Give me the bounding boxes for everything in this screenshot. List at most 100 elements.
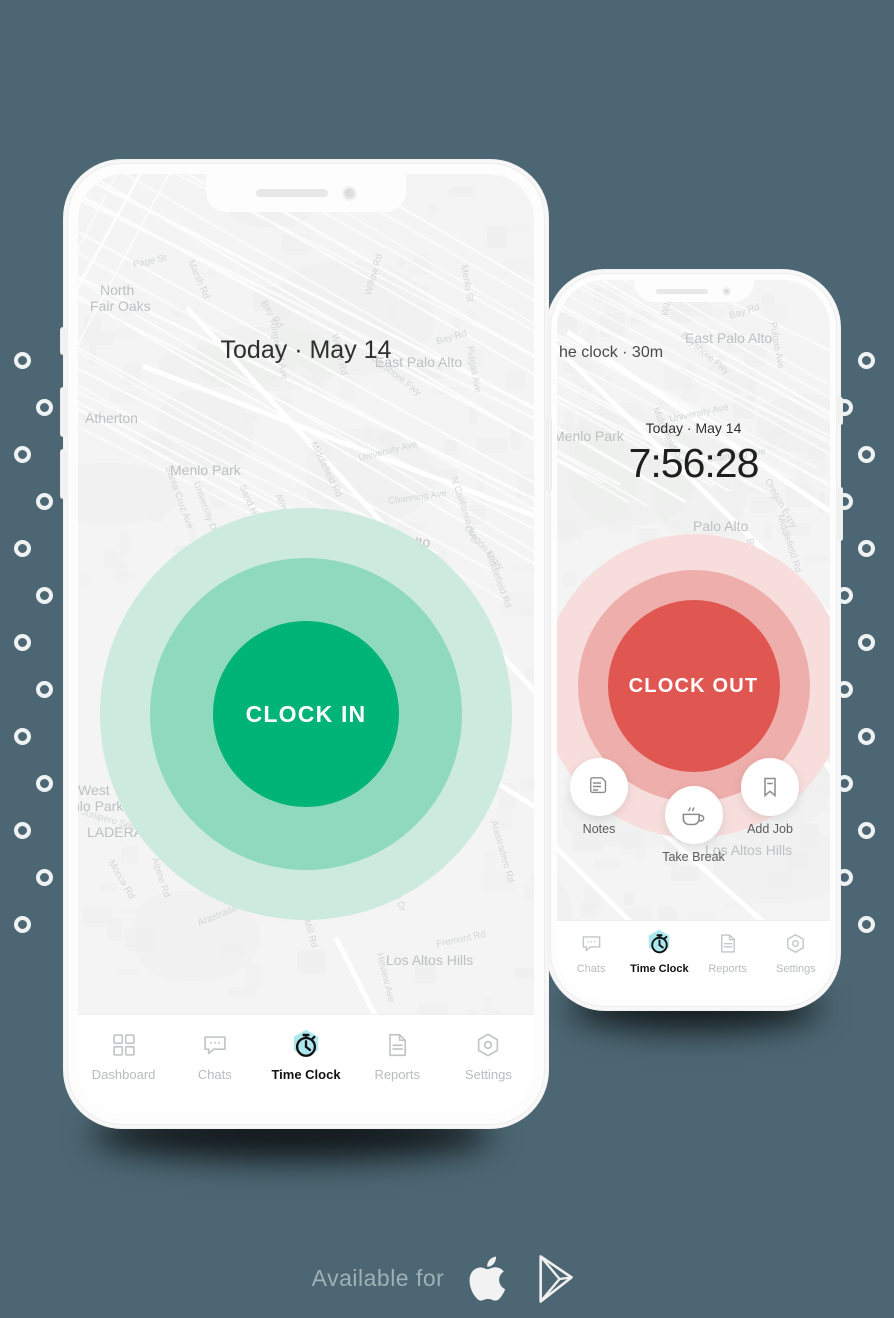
earpiece-speaker: [255, 189, 328, 197]
map-block: [245, 964, 263, 988]
gear-hex-icon: [787, 934, 805, 953]
clock-in-button[interactable]: CLOCK IN: [213, 621, 399, 807]
stopwatch-icon-wrap: [648, 929, 671, 957]
tab-chats[interactable]: Chats: [169, 1029, 260, 1114]
front-phone-notch: [206, 174, 406, 212]
take-break-icon-circle[interactable]: [664, 786, 723, 844]
front-tab-bar: Dashboard Chats Time Clock Reports Settin…: [78, 1014, 534, 1114]
front-phone: North Fair Oaks Atherton East Palo Alto Menl…: [61, 160, 551, 1128]
note-icon: [590, 777, 607, 794]
tab-reports-label: Reports: [374, 1067, 420, 1082]
document-icon: [721, 934, 736, 953]
map-block: [208, 272, 216, 278]
tab-chats-label: Chats: [197, 1067, 232, 1082]
gear-hex-icon: [478, 1033, 499, 1057]
chat-icon-wrap: [580, 930, 603, 957]
tab-chats[interactable]: Chats: [557, 930, 625, 1000]
map-block: [623, 893, 634, 906]
tab-settings[interactable]: Settings: [762, 930, 830, 1000]
map-block: [115, 968, 140, 976]
tab-settings[interactable]: Settings: [443, 1029, 534, 1114]
back-phone: East Palo Alto Menlo Park Palo Alto Los Alt…: [547, 270, 842, 1010]
map-block: [579, 494, 609, 515]
map-block: [385, 303, 394, 321]
gear-hex-icon-wrap: [784, 930, 807, 957]
front-phone-volume-down[interactable]: [61, 450, 65, 498]
map-block: [477, 438, 508, 453]
tab-settings-label: Settings: [464, 1067, 512, 1082]
chat-icon: [582, 936, 600, 952]
map-block: [362, 427, 371, 443]
stopwatch-icon: [651, 934, 668, 954]
back-phone-side-button-2[interactable]: [839, 488, 842, 540]
map-block: [505, 369, 526, 390]
apple-icon[interactable]: [466, 1251, 512, 1306]
action-take-break-label: Take Break: [662, 850, 725, 864]
map-block: [761, 303, 786, 324]
clock-in-pulse-group: CLOCK IN: [78, 504, 534, 924]
map-block: [226, 987, 257, 996]
add-job-icon-circle[interactable]: [741, 758, 799, 816]
tab-time-clock-label: Time Clock: [271, 1067, 341, 1082]
available-for-label: Available for: [311, 1265, 445, 1291]
stopwatch-icon: [295, 1033, 317, 1057]
tab-reports-label: Reports: [708, 963, 747, 975]
map-block: [486, 226, 507, 248]
back-action-row: Notes Take Break Add Job: [557, 758, 830, 868]
tab-dashboard[interactable]: Dashboard: [78, 1029, 169, 1114]
google-play-icon[interactable]: [534, 1253, 582, 1305]
tab-chats-label: Chats: [576, 963, 606, 975]
back-phone-side-button-1[interactable]: [839, 398, 842, 424]
front-camera-icon: [341, 185, 357, 201]
clock-out-button[interactable]: CLOCK OUT: [607, 600, 780, 772]
map-block: [670, 866, 701, 882]
back-phone-notch: [633, 280, 754, 302]
chat-icon: [204, 1036, 226, 1055]
map-label: Menlo St: [458, 264, 476, 303]
front-date-header: Today · May 14: [220, 336, 392, 364]
tab-settings-label: Settings: [776, 963, 816, 975]
document-icon: [389, 1033, 407, 1057]
map-label: Page St: [132, 252, 168, 271]
front-phone-screen: North Fair Oaks Atherton East Palo Alto Menl…: [78, 174, 534, 1114]
stopwatch-icon-wrap: [292, 1029, 320, 1061]
grid-icon: [112, 1034, 135, 1056]
map-block: [514, 967, 534, 979]
tab-reports[interactable]: Reports: [694, 930, 762, 1000]
chat-icon-wrap: [201, 1029, 229, 1061]
coffee-icon: [682, 806, 705, 825]
back-tab-bar: Chats Time Clock Reports Settings: [557, 920, 830, 1000]
map-block: [532, 923, 534, 934]
back-date-header: Today · May 14: [645, 420, 742, 436]
store-availability-footer: Available for: [0, 1251, 894, 1306]
map-label: Atherton: [85, 410, 138, 426]
document-icon-wrap: [383, 1029, 411, 1061]
map-block: [448, 187, 475, 197]
back-phone-screen: East Palo Alto Menlo Park Palo Alto Los Alt…: [557, 280, 830, 1000]
action-notes-label: Notes: [582, 822, 616, 836]
map-label: Los Altos Hills: [386, 952, 474, 968]
map-block: [125, 928, 157, 952]
front-phone-volume-up[interactable]: [61, 388, 65, 436]
map-label: Fair Oaks: [90, 298, 151, 314]
tab-time-clock[interactable]: Time Clock: [260, 1029, 351, 1114]
action-add-job[interactable]: Add Job: [720, 758, 820, 836]
map-label: Fremont Rd: [435, 928, 487, 951]
front-phone-power-button[interactable]: [547, 418, 551, 490]
action-add-job-label: Add Job: [747, 822, 793, 836]
front-phone-mute-switch[interactable]: [61, 328, 65, 354]
map-block: [444, 439, 458, 455]
tab-dashboard-label: Dashboard: [91, 1067, 156, 1082]
phone-mockup-scene: East Palo Alto Menlo Park Palo Alto Los Alt…: [0, 0, 894, 1318]
map-block: [242, 412, 258, 424]
tab-time-clock[interactable]: Time Clock: [625, 929, 693, 1000]
elapsed-timer: 7:56:28: [628, 440, 760, 486]
map-block: [218, 945, 247, 958]
tab-reports[interactable]: Reports: [352, 1029, 443, 1114]
back-status-line: he clock · 30m: [559, 344, 664, 361]
action-notes[interactable]: Notes: [557, 758, 649, 836]
map-block: [766, 870, 792, 887]
notes-icon-circle[interactable]: [570, 758, 628, 816]
map-label: North: [100, 282, 135, 298]
gear-hex-icon-wrap: [474, 1029, 502, 1061]
